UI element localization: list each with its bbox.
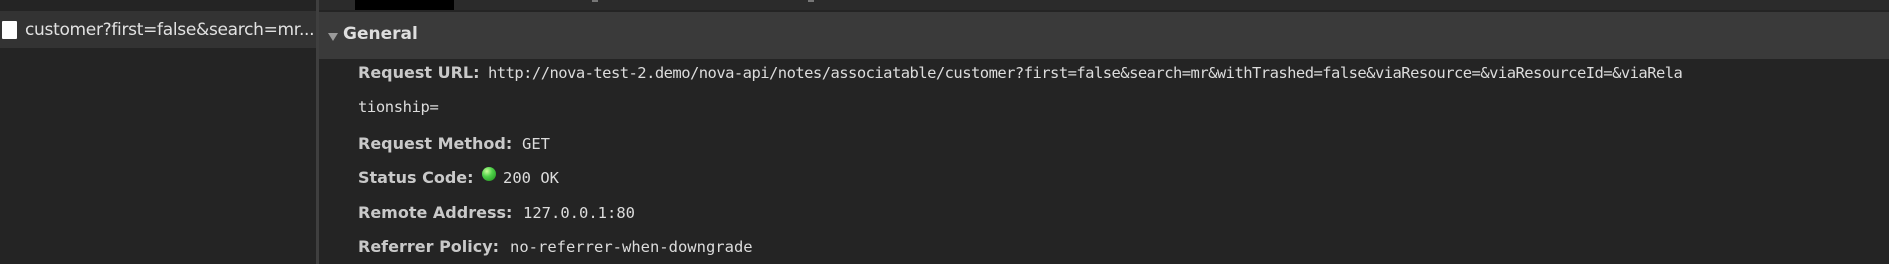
redacted-cell	[355, 0, 454, 10]
remote-address-value: 127.0.0.1:80	[523, 204, 635, 222]
expand-triangle-icon[interactable]	[328, 33, 338, 41]
request-method-value: GET	[522, 135, 550, 153]
status-code-value: 200 OK	[503, 169, 559, 187]
status-ok-icon	[482, 167, 496, 181]
request-list: customer?first=false&search=mr...	[0, 0, 316, 264]
strip-mark	[808, 0, 814, 2]
status-code-label: Status Code:	[358, 168, 474, 187]
request-url-label: Request URL:	[358, 63, 480, 82]
referrer-policy-value: no-referrer-when-downgrade	[510, 238, 753, 256]
request-url-value: http://nova-test-2.demo/nova-api/notes/a…	[488, 64, 1683, 82]
request-list-item[interactable]: customer?first=false&search=mr...	[0, 11, 316, 48]
document-icon	[2, 21, 17, 39]
request-method-label: Request Method:	[358, 134, 513, 153]
previous-section-strip	[319, 0, 1889, 10]
general-section-header[interactable]: General	[319, 12, 1889, 59]
remote-address-label: Remote Address:	[358, 203, 513, 222]
request-url-value-continued: tionship=	[358, 98, 439, 116]
section-title: General	[343, 24, 418, 44]
devtools-network-panel: customer?first=false&search=mr... Genera…	[0, 0, 1889, 264]
referrer-policy-label: Referrer Policy:	[358, 237, 500, 256]
strip-mark	[592, 0, 598, 2]
headers-detail-pane: General Request URL: http://nova-test-2.…	[319, 0, 1889, 264]
request-name: customer?first=false&search=mr...	[25, 20, 313, 40]
